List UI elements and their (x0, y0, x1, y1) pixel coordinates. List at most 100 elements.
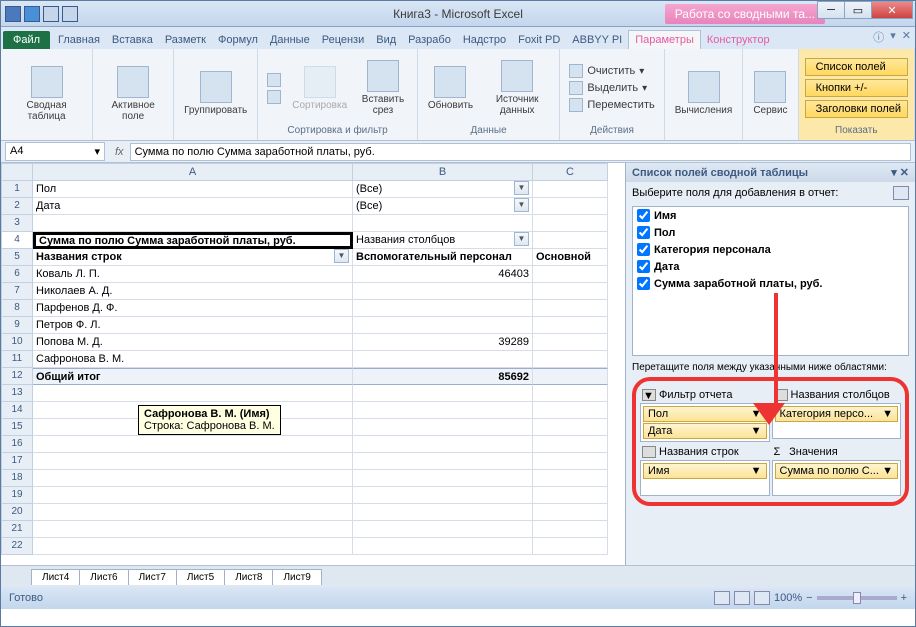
tab-home[interactable]: Главная (52, 31, 106, 49)
headers-toggle[interactable]: Заголовки полей (805, 100, 908, 118)
tab-abbyy[interactable]: ABBYY PI (566, 31, 628, 49)
zoom-in-button[interactable]: + (901, 592, 907, 604)
clear-button[interactable]: Очистить ▾ (566, 63, 657, 79)
field-checkbox[interactable] (637, 260, 650, 273)
row-header[interactable]: 16 (1, 436, 33, 453)
pane-close-icon[interactable]: ✕ (900, 167, 909, 179)
col-header-C[interactable]: C (533, 163, 608, 181)
ribbon-help-icon[interactable]: ⓘ (873, 29, 884, 45)
cell[interactable] (533, 436, 608, 453)
tab-review[interactable]: Рецензи (316, 31, 371, 49)
cell[interactable] (33, 470, 353, 487)
cell[interactable]: 39289 (353, 334, 533, 351)
cell[interactable]: Сумма по полю Сумма заработной платы, ру… (33, 232, 353, 249)
row-header[interactable]: 19 (1, 487, 33, 504)
row-header[interactable]: 1 (1, 181, 33, 198)
sheet-tab[interactable]: Лист5 (176, 569, 225, 585)
name-box[interactable]: A4▾ (5, 142, 105, 161)
row-header[interactable]: 15 (1, 419, 33, 436)
cell[interactable] (533, 317, 608, 334)
cell[interactable] (353, 538, 533, 555)
cell[interactable] (33, 385, 353, 402)
cell[interactable]: (Все)▼ (353, 198, 533, 215)
cell[interactable] (353, 215, 533, 232)
cell[interactable] (353, 385, 533, 402)
tab-insert[interactable]: Вставка (106, 31, 159, 49)
pane-dropdown-icon[interactable]: ▾ (891, 167, 897, 179)
field-item[interactable]: Имя (633, 207, 908, 224)
group-button[interactable]: Группировать (180, 69, 251, 118)
area-field[interactable]: Категория персо...▼ (775, 406, 899, 422)
service-button[interactable]: Сервис (749, 69, 791, 118)
cell[interactable]: Дата (33, 198, 353, 215)
cell[interactable] (353, 351, 533, 368)
row-header[interactable]: 22 (1, 538, 33, 555)
cell[interactable] (533, 521, 608, 538)
undo-icon[interactable] (43, 6, 59, 22)
cell[interactable]: 85692 (353, 368, 533, 385)
maximize-button[interactable]: ▭ (844, 1, 872, 19)
cell[interactable]: Петров Ф. Л. (33, 317, 353, 334)
cell[interactable] (533, 538, 608, 555)
refresh-button[interactable]: Обновить (424, 64, 477, 113)
field-list[interactable]: ИмяПолКатегория персоналаДатаСумма зараб… (632, 206, 909, 356)
tab-params[interactable]: Параметры (628, 30, 701, 49)
tab-formulas[interactable]: Формул (212, 31, 264, 49)
cell[interactable] (533, 232, 608, 249)
row-header[interactable]: 5 (1, 249, 33, 266)
row-header[interactable]: 8 (1, 300, 33, 317)
doc-close-icon[interactable]: ✕ (902, 29, 911, 45)
save-icon[interactable] (24, 6, 40, 22)
cell[interactable] (33, 538, 353, 555)
file-tab[interactable]: Файл (3, 31, 50, 49)
cell[interactable]: Названия строк▼ (33, 249, 353, 266)
cell[interactable] (533, 334, 608, 351)
fx-icon[interactable]: fx (109, 146, 130, 158)
row-header[interactable]: 12 (1, 368, 33, 385)
redo-icon[interactable] (62, 6, 78, 22)
field-checkbox[interactable] (637, 226, 650, 239)
sheet-tab[interactable]: Лист7 (128, 569, 177, 585)
worksheet[interactable]: A B C 1Пол(Все)▼2Дата(Все)▼34Сумма по по… (1, 163, 625, 565)
minimize-button[interactable]: ─ (817, 1, 845, 19)
row-header[interactable]: 3 (1, 215, 33, 232)
view-break-icon[interactable] (754, 591, 770, 605)
row-header[interactable]: 17 (1, 453, 33, 470)
cell[interactable] (353, 504, 533, 521)
sort-asc-button[interactable] (264, 72, 284, 88)
cell[interactable] (353, 453, 533, 470)
move-button[interactable]: Переместить (566, 97, 657, 113)
select-all-corner[interactable] (1, 163, 33, 181)
cell[interactable] (353, 419, 533, 436)
calc-button[interactable]: Вычисления (671, 69, 737, 118)
cell[interactable] (533, 487, 608, 504)
select-button[interactable]: Выделить ▾ (566, 80, 657, 96)
row-header[interactable]: 10 (1, 334, 33, 351)
sort-button[interactable]: Сортировка (288, 64, 351, 113)
col-header-B[interactable]: B (353, 163, 533, 181)
row-header[interactable]: 13 (1, 385, 33, 402)
row-header[interactable]: 14 (1, 402, 33, 419)
formula-input[interactable]: Сумма по полю Сумма заработной платы, ру… (130, 143, 911, 161)
field-checkbox[interactable] (637, 277, 650, 290)
slicer-button[interactable]: Вставить срез (355, 58, 411, 118)
zoom-out-button[interactable]: − (806, 592, 812, 604)
sort-desc-button[interactable] (264, 89, 284, 105)
area-field[interactable]: Пол▼ (643, 406, 767, 422)
cell[interactable] (353, 402, 533, 419)
cell[interactable] (353, 470, 533, 487)
tab-layout[interactable]: Разметк (159, 31, 212, 49)
cell[interactable] (533, 198, 608, 215)
col-header-A[interactable]: A (33, 163, 353, 181)
tab-view[interactable]: Вид (370, 31, 402, 49)
cell[interactable]: Николаев А. Д. (33, 283, 353, 300)
filter-dropdown-icon[interactable]: ▼ (334, 249, 349, 263)
field-checkbox[interactable] (637, 243, 650, 256)
area-field[interactable]: Имя▼ (643, 463, 767, 479)
cell[interactable]: (Все)▼ (353, 181, 533, 198)
cell[interactable] (33, 436, 353, 453)
cell[interactable]: Коваль Л. П. (33, 266, 353, 283)
field-checkbox[interactable] (637, 209, 650, 222)
cell[interactable] (533, 283, 608, 300)
cell[interactable] (533, 470, 608, 487)
